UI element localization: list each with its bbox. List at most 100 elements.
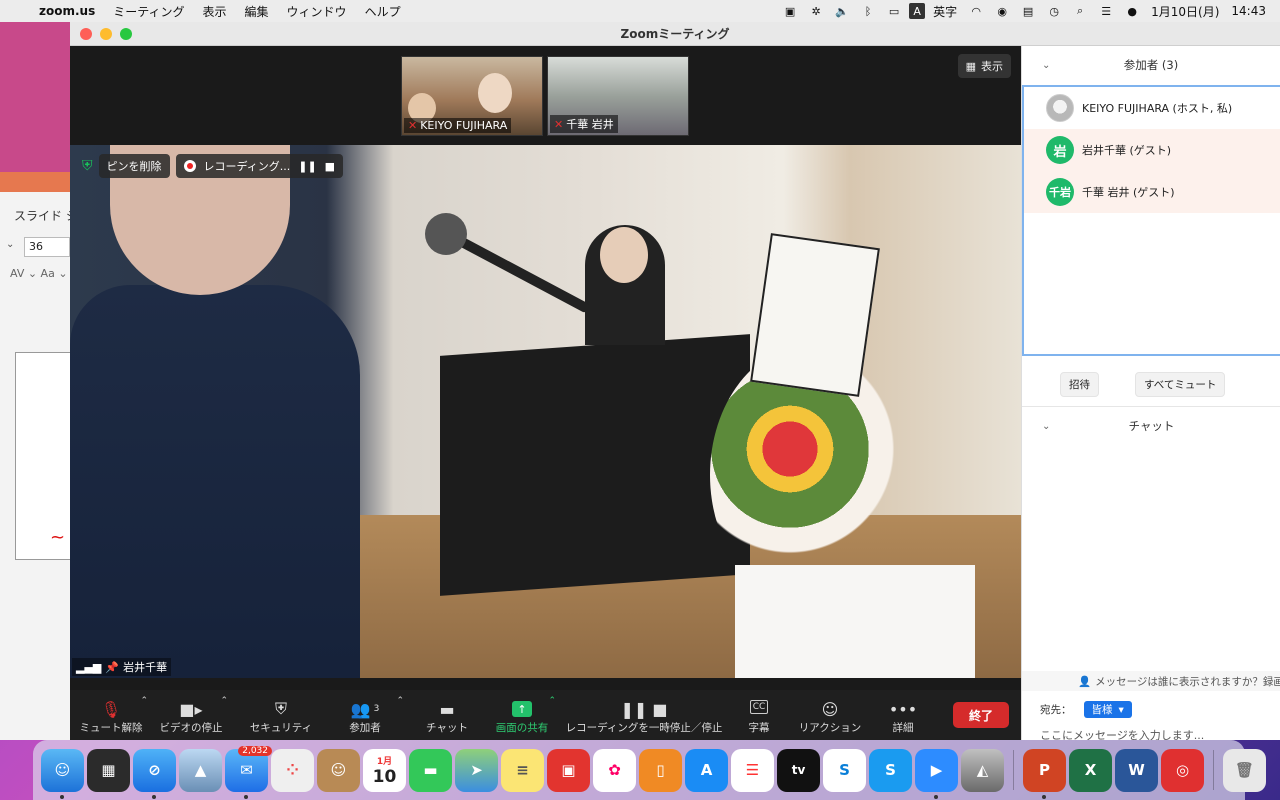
chevron-up-icon[interactable]: ⌃: [396, 696, 404, 706]
photo-booth-icon[interactable]: ▣: [547, 748, 590, 792]
end-meeting-button[interactable]: 終了: [953, 702, 1009, 728]
stop-video-button[interactable]: ■▸ ビデオの停止 ⌃: [160, 690, 229, 740]
chevron-down-icon[interactable]: ⌄: [1042, 421, 1050, 432]
security-button[interactable]: ⛨ セキュリティ: [250, 690, 312, 740]
launchpad-icon[interactable]: ⁘: [271, 748, 314, 792]
app-store-icon[interactable]: A: [685, 748, 728, 792]
chat-recipient-select[interactable]: 皆様 ▾: [1083, 701, 1132, 718]
ppt-text-tools[interactable]: AV ⌄ Aa ⌄: [10, 267, 68, 280]
encryption-shield-icon[interactable]: ⛨: [82, 158, 93, 174]
video-microphone-head: [425, 213, 467, 255]
time-machine-icon[interactable]: ◷: [1043, 3, 1065, 19]
menubar-time[interactable]: 14:43: [1225, 4, 1272, 18]
wifi-icon[interactable]: ◠: [965, 3, 987, 19]
ppt-tab-slideshow[interactable]: スライド シ: [14, 207, 78, 224]
dock-separator: [1213, 750, 1214, 790]
chevron-up-icon[interactable]: ⌃: [140, 696, 148, 706]
emoji-add-icon: ☺: [821, 699, 839, 719]
contacts-icon[interactable]: ☺: [317, 748, 360, 792]
menu-window[interactable]: ウィンドウ: [278, 3, 356, 20]
stop-icon[interactable]: ■: [325, 160, 335, 173]
safari-icon[interactable]: ⊘: [133, 748, 176, 799]
view-button-label: 表示: [981, 60, 1003, 73]
zoom-icon[interactable]: ▶: [915, 748, 958, 799]
input-mode-label[interactable]: 英字: [927, 3, 963, 20]
word-icon[interactable]: W: [1115, 748, 1158, 792]
chat-panel-header: ⌄ チャット: [1022, 407, 1280, 445]
menu-view[interactable]: 表示: [194, 3, 236, 20]
display-icon[interactable]: ▤: [1017, 3, 1039, 19]
input-mode-icon[interactable]: A: [909, 3, 926, 19]
mail-icon[interactable]: ✉ 2,032: [225, 745, 272, 799]
gear-status-icon[interactable]: ✲: [805, 3, 827, 19]
chat-button[interactable]: ▬ チャット: [422, 690, 472, 740]
view-button[interactable]: ▦ 表示: [957, 54, 1011, 78]
photos-icon[interactable]: ✿: [593, 748, 636, 792]
siri-icon[interactable]: ●: [1121, 3, 1143, 19]
mission-control-icon[interactable]: ▦: [87, 748, 130, 792]
apple-tv-icon[interactable]: tv: [777, 748, 820, 792]
mic-muted-icon: 🎙: [100, 699, 122, 719]
maps-icon[interactable]: ➤: [455, 748, 498, 792]
main-video-name-tag: ▂▄▆ 📌 岩井千華: [72, 658, 172, 676]
volume-icon[interactable]: 🔈: [831, 3, 853, 19]
mute-all-button[interactable]: すべてミュート: [1135, 371, 1226, 397]
reminders-icon[interactable]: ☰: [731, 748, 774, 792]
books-icon[interactable]: ▯: [639, 748, 682, 792]
participant-row[interactable]: KEIYO FUJIHARA (ホスト, 私): [1024, 87, 1280, 129]
main-video[interactable]: ⛨ ピンを削除 レコーディング... ❚❚ ■ ▂▄▆ 📌 岩井千華: [70, 145, 1021, 678]
menu-edit[interactable]: 編集: [236, 3, 278, 20]
participant-name: 岩井千華 (ゲスト): [1082, 144, 1172, 157]
dock-separator: [1013, 750, 1014, 790]
control-center-icon[interactable]: ☰: [1095, 3, 1117, 19]
chevron-up-icon[interactable]: ⌃: [548, 696, 556, 706]
finder-icon[interactable]: ☺: [41, 748, 84, 799]
participants-button[interactable]: 👥 3 参加者 ⌃: [340, 690, 404, 740]
messages-icon[interactable]: ▬: [409, 748, 452, 792]
zoom-status-icon[interactable]: ▣: [779, 3, 801, 19]
sequence-icon[interactable]: ◭: [961, 748, 1004, 792]
calendar-icon[interactable]: 1月 10: [363, 748, 406, 792]
unmute-button[interactable]: 🎙 ミュート解除 ⌃: [80, 690, 149, 740]
pause-icon[interactable]: ❚❚: [298, 160, 316, 173]
participant-row[interactable]: 岩 岩井千華 (ゲスト): [1024, 129, 1280, 171]
reactions-button[interactable]: ☺ リアクション: [798, 690, 862, 740]
excel-icon[interactable]: X: [1069, 748, 1112, 792]
pause-stop-icon: ❚❚ ■: [620, 699, 668, 719]
share-screen-button[interactable]: ↑ 画面の共有 ⌃: [494, 690, 556, 740]
recording-indicator[interactable]: レコーディング... ❚❚ ■: [175, 154, 344, 178]
more-button[interactable]: ••• 詳細: [882, 690, 924, 740]
captions-button[interactable]: CC 字幕: [736, 690, 782, 740]
menu-meeting[interactable]: ミーティング: [104, 3, 193, 20]
bluetooth-icon[interactable]: ᛒ: [857, 3, 879, 19]
powerpoint-icon[interactable]: P: [1023, 748, 1066, 799]
chat-visibility-info[interactable]: 👤 メッセージは誰に表示されますか？録画が: [1022, 671, 1280, 691]
ppt-font-size-field[interactable]: 36: [24, 237, 70, 257]
person-info-icon: 👤: [1078, 675, 1092, 688]
menu-app-name[interactable]: zoom.us: [30, 4, 104, 18]
battery-icon[interactable]: ▭: [883, 3, 905, 19]
chat-bubble-icon: ▬: [439, 699, 455, 719]
recording-controls-button[interactable]: ❚❚ ■ レコーディングを一時停止／停止: [566, 690, 723, 740]
notes-icon[interactable]: ≡: [501, 748, 544, 792]
trend-micro-icon[interactable]: ◎: [1161, 748, 1204, 792]
chevron-down-icon[interactable]: ⌄: [1042, 60, 1050, 71]
preview-icon[interactable]: ▲: [179, 748, 222, 792]
video-singer: [70, 285, 360, 678]
skype-alt-icon[interactable]: S: [869, 748, 912, 792]
participant-row[interactable]: 千岩 千華 岩井 (ゲスト): [1024, 171, 1280, 213]
menu-help[interactable]: ヘルプ: [356, 3, 410, 20]
main-video-name: 岩井千華: [123, 661, 168, 674]
spotlight-search-icon[interactable]: ⌕: [1069, 3, 1091, 19]
unpin-button[interactable]: ピンを削除: [98, 154, 170, 178]
invite-button[interactable]: 招待: [1060, 371, 1099, 397]
video-stage: ✕ KEIYO FUJIHARA ✕ 千華 岩井 ▦ 表示 ⛨ ピンを削除 レコ…: [70, 46, 1021, 678]
trash-icon[interactable]: 🗑: [1223, 748, 1266, 792]
chevron-down-icon[interactable]: ⌄: [6, 239, 14, 250]
user-icon[interactable]: ◉: [991, 3, 1013, 19]
participant-thumbnail[interactable]: ✕ 千華 岩井: [547, 56, 689, 136]
menubar-date[interactable]: 1月10日(月): [1145, 3, 1225, 20]
chevron-up-icon[interactable]: ⌃: [220, 696, 228, 706]
participant-thumbnail[interactable]: ✕ KEIYO FUJIHARA: [401, 56, 543, 136]
skype-icon[interactable]: S: [823, 748, 866, 792]
